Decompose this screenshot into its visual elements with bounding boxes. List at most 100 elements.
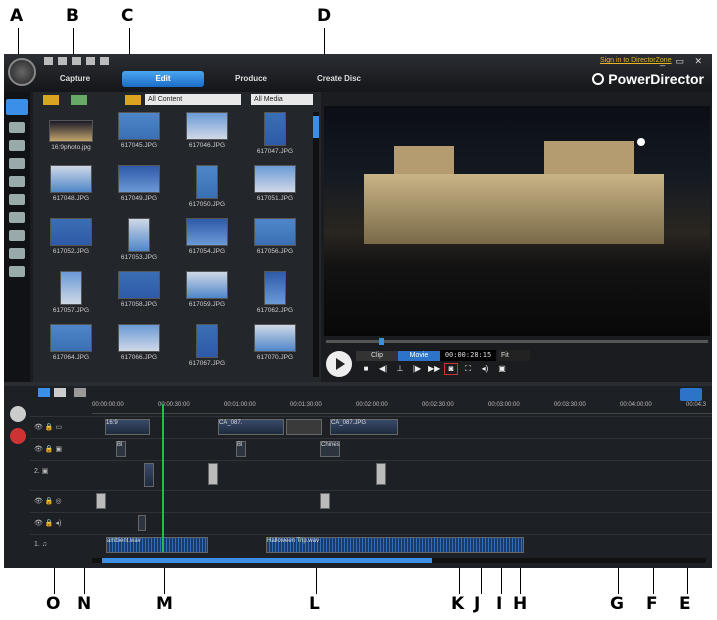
chapter-room-icon[interactable] xyxy=(9,248,25,259)
preview-quality-icon[interactable]: ⛶ xyxy=(462,364,474,374)
movie-mode-button[interactable]: Movie xyxy=(398,351,440,361)
pip-clip[interactable] xyxy=(208,463,218,485)
pip-clip[interactable] xyxy=(144,463,154,487)
open-project-icon[interactable] xyxy=(100,57,109,65)
music-track-1: 1. ♫ ambient.wav Halloween Trip.wav xyxy=(30,534,712,556)
particle-room-icon[interactable] xyxy=(9,158,25,169)
play-button[interactable] xyxy=(326,351,352,377)
video-clip[interactable]: CA_087.JPG xyxy=(330,419,398,435)
snapshot-icon[interactable]: ◙ xyxy=(444,363,458,375)
brand-title: PowerDirector xyxy=(592,71,704,87)
particle-clip[interactable] xyxy=(320,493,330,509)
media-thumbnail[interactable]: 617049.JPG xyxy=(107,165,171,202)
timecode-display[interactable]: 00:00:28:15 xyxy=(440,350,496,361)
fit-timeline-button[interactable] xyxy=(680,388,702,401)
download-media-icon[interactable] xyxy=(71,95,87,105)
audio-clip[interactable]: ambient.wav xyxy=(106,537,208,553)
track-manager-icon[interactable] xyxy=(74,388,86,397)
media-thumbnail[interactable]: 617054.JPG xyxy=(175,218,239,255)
previous-frame-icon[interactable]: ◀| xyxy=(377,364,389,374)
track-header-effect[interactable]: 👁 🔒 ▣ xyxy=(34,445,90,453)
transition-room-icon[interactable] xyxy=(9,194,25,205)
pip-room-icon[interactable] xyxy=(9,140,25,151)
media-thumbnail[interactable]: 617067.JPG xyxy=(175,324,239,367)
video-clip[interactable] xyxy=(286,419,322,435)
effect-clip[interactable]: Bl xyxy=(236,441,246,457)
particle-clip[interactable] xyxy=(96,493,106,509)
media-thumbnail[interactable]: 617062.JPG xyxy=(243,271,307,314)
tab-edit[interactable]: Edit xyxy=(122,71,204,87)
audio-mixing-room-icon[interactable] xyxy=(9,212,25,223)
clip-mode-button[interactable]: Clip xyxy=(356,351,398,361)
video-clip[interactable]: 16:9 xyxy=(105,419,150,435)
timeline-ruler[interactable]: 00:00:00:00 00:00:30:00 00:01:00:00 00:01:3… xyxy=(92,402,712,414)
timeline-view-icon[interactable] xyxy=(38,388,50,397)
track-header-audio[interactable]: 👁 🔒 ◂) xyxy=(34,519,90,527)
split-icon[interactable]: ⊥ xyxy=(394,364,406,374)
undock-preview-icon[interactable]: ▣ xyxy=(496,364,508,374)
subtitle-room-icon[interactable] xyxy=(9,266,25,277)
record-narration-icon[interactable] xyxy=(10,406,26,422)
timeline-scrollbar[interactable] xyxy=(92,558,706,563)
next-frame-icon[interactable]: |▶ xyxy=(411,364,423,374)
app-logo-icon[interactable] xyxy=(8,58,36,86)
track-header-particle[interactable]: 👁 🔒 ◎ xyxy=(34,497,90,505)
media-thumbnail[interactable]: 617064.JPG xyxy=(39,324,103,361)
voice-over-room-icon[interactable] xyxy=(9,230,25,241)
undo-icon[interactable] xyxy=(58,57,67,65)
audio-clip[interactable]: Halloween Trip.wav xyxy=(266,537,524,553)
preview-seek-bar[interactable] xyxy=(326,338,708,345)
audio-clip[interactable] xyxy=(138,515,146,531)
tab-produce[interactable]: Produce xyxy=(210,71,292,87)
import-media-icon[interactable] xyxy=(43,95,59,105)
tab-capture[interactable]: Capture xyxy=(34,71,116,87)
media-thumbnail[interactable]: 617052.JPG xyxy=(39,218,103,255)
media-thumbnail[interactable]: 617045.JPG xyxy=(107,112,171,149)
video-clip[interactable]: CA_087. xyxy=(218,419,284,435)
media-thumbnail[interactable]: 617053.JPG xyxy=(107,218,171,261)
window-controls[interactable]: _ ▭ ✕ xyxy=(660,56,706,67)
thumbnail-caption: 617062.JPG xyxy=(256,307,294,314)
zoom-fit-dropdown[interactable]: Fit xyxy=(498,350,530,361)
magic-tools-icon[interactable] xyxy=(10,428,26,444)
media-thumbnail[interactable]: 617058.JPG xyxy=(107,271,171,308)
media-thumbnail[interactable]: 617050.JPG xyxy=(175,165,239,208)
effect-clip[interactable]: Bl xyxy=(116,441,126,457)
track-header-video[interactable]: 👁 🔒 ▭ xyxy=(34,423,90,431)
media-thumbnail[interactable]: 617059.JPG xyxy=(175,271,239,308)
track-header-pip[interactable]: 2. ▣ xyxy=(34,467,90,475)
title-room-icon[interactable] xyxy=(9,176,25,187)
explore-folder-icon[interactable] xyxy=(125,95,141,105)
media-type-dropdown[interactable]: All Media xyxy=(251,94,313,105)
media-room-icon[interactable] xyxy=(6,99,28,115)
media-thumbnail[interactable]: 617056.JPG xyxy=(243,218,307,255)
effect-clip[interactable]: Chines xyxy=(320,441,340,457)
volume-icon[interactable]: ◂) xyxy=(479,364,491,374)
thumbnail-caption: 617070.JPG xyxy=(256,354,294,361)
particle-track: 👁 🔒 ◎ xyxy=(30,490,712,512)
media-thumbnail[interactable]: 617066.JPG xyxy=(107,324,171,361)
new-project-icon[interactable] xyxy=(86,57,95,65)
fast-forward-icon[interactable]: ▶▶ xyxy=(428,364,440,374)
thumbnail-image xyxy=(128,218,150,252)
media-thumbnail[interactable]: 617051.JPG xyxy=(243,165,307,202)
media-thumbnail[interactable]: 16:9photo.jpg xyxy=(39,112,103,151)
media-thumbnail[interactable]: 617046.JPG xyxy=(175,112,239,149)
media-thumbnail[interactable]: 617047.JPG xyxy=(243,112,307,155)
stop-icon[interactable]: ■ xyxy=(360,364,372,374)
thumbnail-image xyxy=(118,271,160,299)
save-icon[interactable] xyxy=(44,57,53,65)
media-thumbnail[interactable]: 617057.JPG xyxy=(39,271,103,314)
content-filter-dropdown[interactable]: All Content xyxy=(145,94,241,105)
media-thumbnail[interactable]: 617048.JPG xyxy=(39,165,103,202)
media-thumbnail[interactable]: 617070.JPG xyxy=(243,324,307,361)
seek-thumb[interactable] xyxy=(379,338,385,345)
library-scrollbar[interactable] xyxy=(313,112,319,377)
timeline-playhead[interactable] xyxy=(162,404,164,552)
tab-create-disc[interactable]: Create Disc xyxy=(298,71,380,87)
pip-clip[interactable] xyxy=(376,463,386,485)
effect-room-icon[interactable] xyxy=(9,122,25,133)
track-header-music[interactable]: 1. ♫ xyxy=(34,541,90,548)
redo-icon[interactable] xyxy=(72,57,81,65)
storyboard-view-icon[interactable] xyxy=(54,388,66,397)
